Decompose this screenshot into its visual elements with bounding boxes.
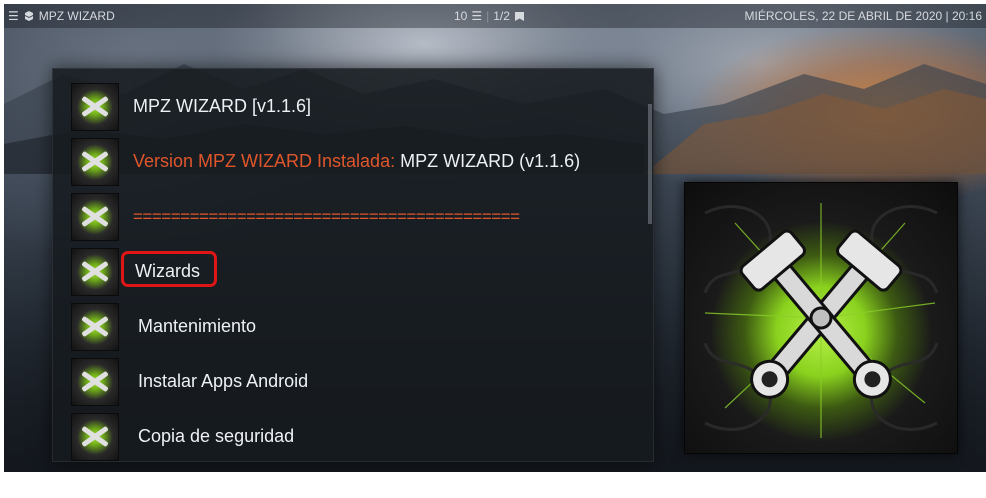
- list-item-label: Version MPZ WIZARD Instalada: MPZ WIZARD…: [133, 151, 580, 172]
- top-bar: ☰ MPZ WIZARD 10 ☰ | 1/2 MIÉRCOLES, 22 DE…: [4, 4, 986, 28]
- piston-icon: [71, 357, 119, 406]
- list-item-instalar-apps[interactable]: Instalar Apps Android: [71, 354, 631, 409]
- list-item-label: MPZ WIZARD [v1.1.6]: [133, 96, 312, 116]
- divider: |: [486, 9, 490, 23]
- piston-icon: [71, 412, 119, 461]
- flag-icon: [514, 11, 524, 21]
- selection-highlight: [121, 251, 217, 287]
- item-count: 10: [454, 9, 468, 23]
- list-item-label: Mantenimiento: [138, 316, 257, 336]
- kodi-screen: ☰ MPZ WIZARD 10 ☰ | 1/2 MIÉRCOLES, 22 DE…: [4, 4, 986, 472]
- date-time: MIÉRCOLES, 22 DE ABRIL DE 2020 | 20:16: [744, 9, 982, 23]
- addon-poster: [684, 182, 958, 454]
- piston-icon: [71, 192, 119, 241]
- list-item-label: Instalar Apps Android: [138, 371, 309, 391]
- menu-panel: MPZ WIZARD [v1.1.6] Version MPZ WIZARD I…: [52, 68, 654, 462]
- addon-title: MPZ WIZARD: [38, 9, 115, 23]
- scrollbar[interactable]: [648, 104, 652, 224]
- addon-icon: [24, 11, 33, 21]
- list-icon: ☰: [471, 9, 483, 23]
- installed-version-value: MPZ WIZARD (v1.1.6): [395, 151, 581, 171]
- page-indicator: 1/2: [493, 9, 510, 23]
- list-item-copia-seguridad[interactable]: Copia de seguridad: [71, 409, 631, 464]
- piston-icon: [71, 302, 119, 351]
- installed-version-prefix: Version MPZ WIZARD Instalada:: [133, 151, 396, 171]
- piston-icon: [71, 137, 119, 186]
- piston-icon: [71, 82, 119, 131]
- list-item-mantenimiento[interactable]: Mantenimiento: [71, 299, 631, 354]
- menu-list: MPZ WIZARD [v1.1.6] Version MPZ WIZARD I…: [71, 79, 631, 464]
- top-bar-center: 10 ☰ | 1/2: [454, 4, 525, 28]
- hamburger-icon[interactable]: ☰: [8, 4, 19, 28]
- list-item-separator[interactable]: ========================================…: [71, 189, 631, 244]
- list-item-installed-version[interactable]: Version MPZ WIZARD Instalada: MPZ WIZARD…: [71, 134, 631, 189]
- top-bar-left: ☰ MPZ WIZARD: [8, 4, 115, 28]
- list-item-version-title[interactable]: MPZ WIZARD [v1.1.6]: [71, 79, 631, 134]
- piston-icon: [71, 247, 119, 296]
- piston-icon: [703, 203, 939, 438]
- list-item-label: Copia de seguridad: [138, 426, 295, 446]
- list-item-wizards[interactable]: Wizards: [71, 244, 631, 299]
- separator-text: ========================================…: [133, 206, 520, 226]
